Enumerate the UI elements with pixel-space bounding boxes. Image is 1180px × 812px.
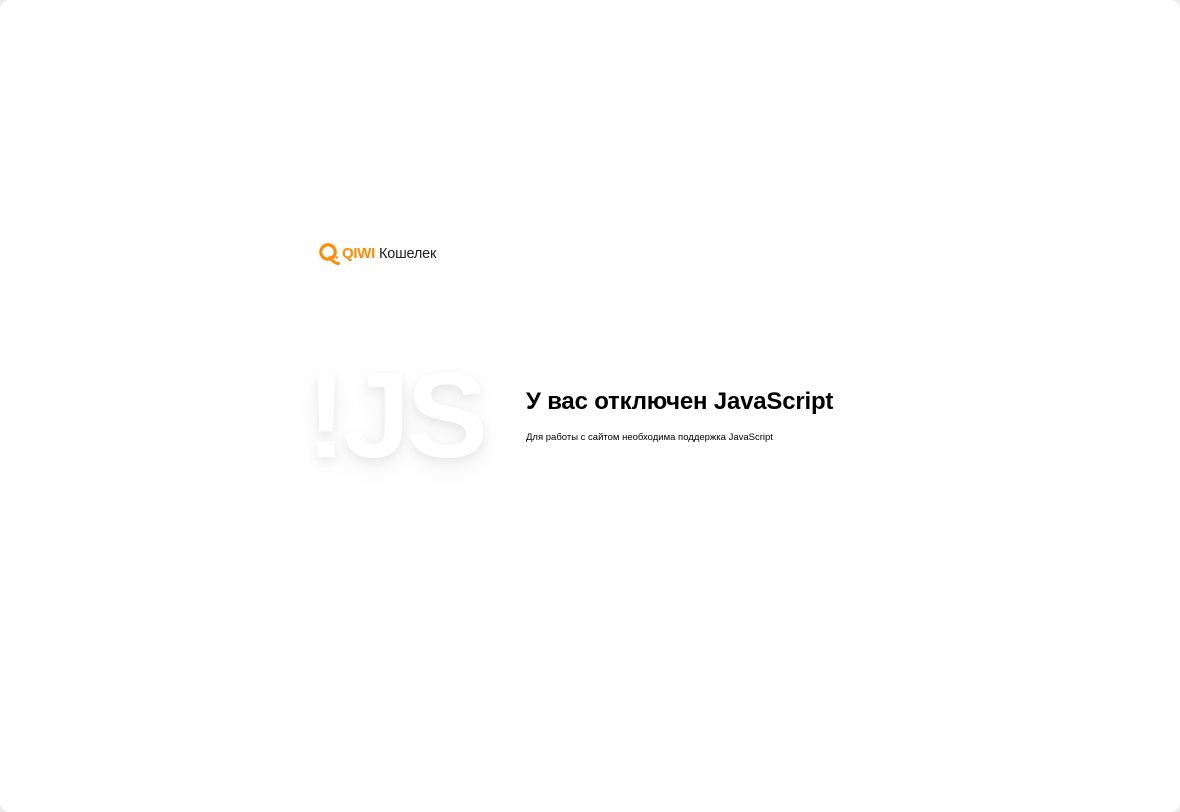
message-block: У вас отключен JavaScript Для работы с с… — [526, 385, 966, 445]
page-title: У вас отключен JavaScript — [526, 388, 834, 415]
page: QIWI Кошелек !JS У вас отключен JavaScri… — [0, 0, 1180, 812]
js-illustration-text: !JS — [306, 347, 488, 483]
logo-brand-text: QIWI — [342, 245, 375, 262]
qiwi-logo-icon — [319, 243, 340, 265]
logo-product-text: Кошелек — [378, 246, 437, 262]
page-subtitle: Для работы с сайтом необходима поддержка… — [526, 432, 773, 443]
js-disabled-illustration: !JS — [306, 350, 516, 480]
qiwi-wallet-logo[interactable]: QIWI Кошелек — [318, 242, 436, 266]
